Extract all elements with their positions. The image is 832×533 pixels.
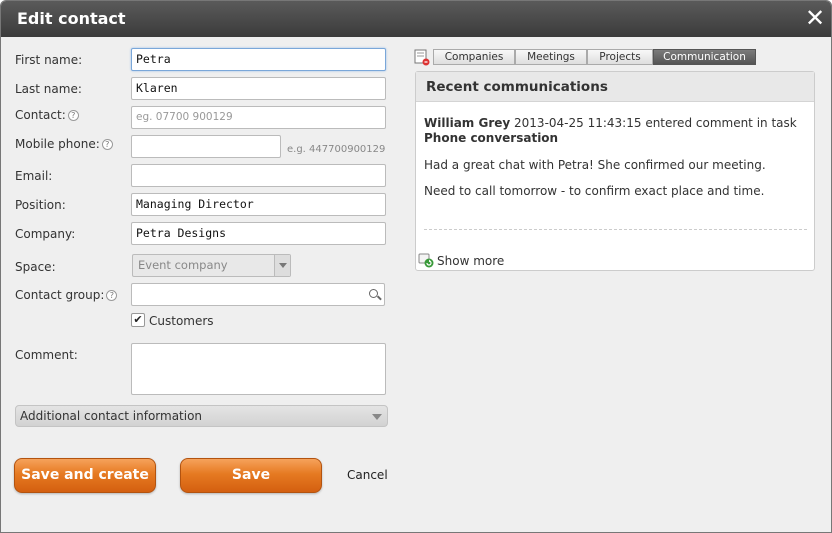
communication-entry-header: William Grey 2013-04-25 11:43:15 entered… [424, 116, 797, 130]
customers-label: Customers [149, 314, 214, 328]
first-name-label: First name: [15, 53, 83, 67]
dialog-titlebar: Edit contact ✕ [1, 1, 831, 37]
company-label: Company: [15, 227, 76, 241]
contact-card-icon [414, 49, 430, 66]
search-icon[interactable] [369, 289, 378, 298]
contact-label-text: Contact: [15, 108, 66, 122]
contact-group-input[interactable] [131, 283, 385, 306]
close-icon[interactable]: ✕ [802, 5, 828, 31]
comment-textarea[interactable] [131, 343, 386, 395]
communication-task-link[interactable]: Phone conversation [424, 131, 558, 145]
recent-communications-panel: Recent communications William Grey 2013-… [415, 71, 815, 271]
last-name-label: Last name: [15, 82, 82, 96]
mobile-phone-label-text: Mobile phone: [15, 137, 100, 151]
save-and-create-button[interactable]: Save and create [14, 458, 156, 493]
last-name-input[interactable]: Klaren [131, 77, 386, 100]
communication-timestamp: 2013-04-25 11:43:15 [514, 116, 642, 130]
email-input[interactable] [131, 164, 386, 187]
contact-label: Contact:? [15, 108, 79, 122]
mobile-phone-hint: e.g. 447700900129 [287, 144, 386, 155]
communication-message: Had a great chat with Petra! She confirm… [424, 158, 766, 172]
mobile-phone-input[interactable] [131, 135, 281, 158]
related-tabs: Companies Meetings Projects Communicatio… [414, 49, 756, 66]
communication-author[interactable]: William Grey [424, 116, 510, 130]
space-select[interactable]: Event company [132, 254, 291, 277]
tab-meetings[interactable]: Meetings [515, 49, 587, 65]
refresh-icon [418, 253, 434, 268]
save-button[interactable]: Save [180, 458, 322, 493]
contact-input[interactable]: eg. 07700 900129 [131, 106, 386, 129]
tab-companies[interactable]: Companies [433, 49, 515, 65]
space-label: Space: [15, 260, 56, 274]
communication-message: Need to call tomorrow - to confirm exact… [424, 184, 765, 198]
help-icon[interactable]: ? [106, 290, 118, 301]
edit-contact-dialog: Edit contact ✕ First name: Petra Last na… [0, 0, 832, 533]
tab-projects[interactable]: Projects [587, 49, 653, 65]
divider [424, 229, 807, 230]
contact-group-label-text: Contact group: [15, 288, 105, 302]
mobile-phone-label: Mobile phone:? [15, 137, 113, 151]
comment-label: Comment: [15, 348, 78, 362]
help-icon[interactable]: ? [101, 139, 113, 150]
first-name-input[interactable]: Petra [131, 48, 386, 71]
customers-checkbox[interactable]: ✔ [131, 313, 145, 327]
communication-action: entered comment in task [645, 116, 797, 130]
cancel-link[interactable]: Cancel [347, 468, 388, 482]
recent-communications-title: Recent communications [416, 72, 814, 102]
contact-group-label: Contact group:? [15, 288, 118, 302]
position-input[interactable]: Managing Director [131, 193, 386, 216]
space-selected-value: Event company [138, 258, 228, 272]
company-input[interactable]: Petra Designs [131, 222, 386, 245]
chevron-down-icon [372, 414, 382, 420]
additional-info-label: Additional contact information [20, 409, 203, 423]
dialog-title: Edit contact [17, 9, 126, 28]
chevron-down-icon[interactable] [274, 255, 290, 276]
additional-info-toggle[interactable]: Additional contact information [15, 405, 388, 427]
position-label: Position: [15, 198, 66, 212]
help-icon[interactable]: ? [67, 110, 79, 121]
show-more-label: Show more [437, 254, 505, 268]
email-label: Email: [15, 169, 53, 183]
tab-communication[interactable]: Communication [653, 49, 756, 65]
